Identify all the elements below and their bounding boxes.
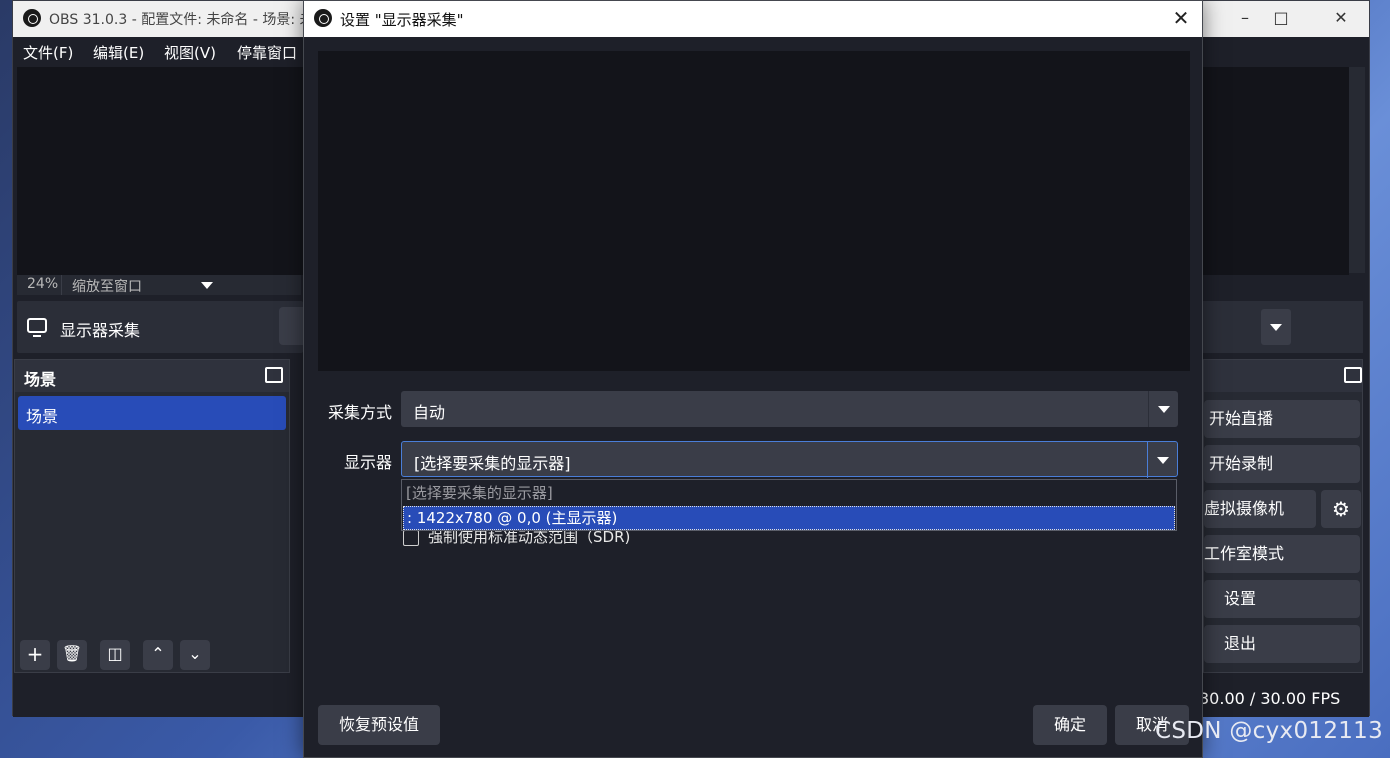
- start-record-button[interactable]: 开始录制: [1204, 445, 1360, 483]
- properties-dialog: 设置 "显示器采集" ✕ 采集方式 自动 显示器 [选择要采集的显示器] 强制使…: [303, 0, 1203, 758]
- capture-method-select[interactable]: 自动: [401, 391, 1178, 427]
- chevron-down-icon: [1148, 391, 1178, 427]
- menu-docks[interactable]: 停靠窗口: [237, 42, 297, 63]
- settings-button[interactable]: 设置: [1204, 580, 1360, 618]
- capture-method-label: 采集方式: [327, 403, 392, 422]
- force-sdr-checkbox[interactable]: [403, 530, 419, 546]
- undock-icon[interactable]: [265, 367, 283, 383]
- start-stream-button[interactable]: 开始直播: [1204, 400, 1360, 438]
- display-dropdown-list: [选择要采集的显示器] : 1422x780 @ 0,0 (主显示器): [401, 479, 1177, 531]
- chevron-down-icon: [1147, 442, 1177, 478]
- studio-mode-button[interactable]: 工作室模式: [1204, 535, 1360, 573]
- preview-scrollbar[interactable]: [1349, 67, 1365, 273]
- dialog-title: 设置 "显示器采集": [340, 11, 464, 29]
- menu-file[interactable]: 文件(F): [23, 42, 73, 63]
- close-icon[interactable]: ✕: [1168, 6, 1194, 32]
- display-label: 显示器: [343, 453, 392, 472]
- close-icon[interactable]: ✕: [1329, 7, 1353, 31]
- chevron-down-icon: [1270, 324, 1282, 331]
- controls-dock-header: [1204, 360, 1362, 392]
- scenes-dock: 场景 场景 + 🗑 ◫ ⌃ ⌄: [14, 359, 290, 673]
- monitor-icon: [27, 318, 47, 333]
- undock-icon[interactable]: [1344, 367, 1362, 383]
- zoom-dropdown-icon[interactable]: [201, 282, 213, 289]
- zoom-bar: 24% 缩放至窗口: [17, 275, 301, 295]
- move-up-button[interactable]: ⌃: [143, 640, 173, 670]
- watermark-text: CSDN @cyx012113: [1155, 718, 1384, 744]
- zoom-percent: 24%: [27, 276, 59, 292]
- controls-dock: 开始直播 开始录制 虚拟摄像机 ⚙ 工作室模式 设置 退出: [1203, 359, 1363, 673]
- source-dropdown[interactable]: [1261, 309, 1291, 345]
- monitor-stand: [33, 335, 41, 337]
- display-option-primary[interactable]: : 1422x780 @ 0,0 (主显示器): [403, 506, 1175, 530]
- scene-item-label: 场景: [26, 407, 59, 426]
- minimize-icon[interactable]: –: [1233, 7, 1257, 31]
- zoom-divider: [61, 275, 62, 295]
- main-window-title: OBS 31.0.3 - 配置文件: 未命名 - 场景: 未: [49, 12, 314, 28]
- obs-logo-icon: [23, 9, 41, 27]
- scenes-dock-title: 场景: [24, 370, 57, 389]
- ok-button[interactable]: 确定: [1033, 705, 1107, 745]
- menu-edit[interactable]: 编辑(E): [93, 42, 144, 63]
- scenes-dock-header: 场景: [15, 360, 289, 392]
- remove-scene-button[interactable]: 🗑: [57, 640, 87, 670]
- display-option-placeholder[interactable]: [选择要采集的显示器]: [403, 481, 1175, 505]
- filters-button[interactable]: ◫: [100, 640, 130, 670]
- fps-readout: 30.00 / 30.00 FPS: [1199, 689, 1341, 708]
- source-preview: [318, 51, 1190, 371]
- restore-defaults-button[interactable]: 恢复预设值: [318, 705, 440, 745]
- virtual-camera-button[interactable]: 虚拟摄像机: [1204, 490, 1316, 528]
- current-source-name: 显示器采集: [60, 321, 141, 340]
- menu-view[interactable]: 视图(V): [164, 42, 216, 63]
- zoom-mode-select[interactable]: 缩放至窗口: [72, 276, 142, 296]
- source-toolbar-right: [1203, 301, 1363, 353]
- dialog-titlebar: 设置 "显示器采集" ✕: [304, 1, 1202, 37]
- scene-list-item[interactable]: 场景: [18, 396, 286, 430]
- gear-icon[interactable]: ⚙: [1321, 490, 1361, 528]
- display-select[interactable]: [选择要采集的显示器]: [401, 441, 1178, 478]
- capture-method-value: 自动: [413, 403, 446, 422]
- virtual-camera-label: 虚拟摄像机: [1204, 499, 1285, 518]
- maximize-icon[interactable]: □: [1269, 7, 1293, 31]
- move-down-button[interactable]: ⌄: [180, 640, 210, 670]
- exit-button[interactable]: 退出: [1204, 625, 1360, 663]
- display-value: [选择要采集的显示器]: [414, 454, 571, 473]
- add-scene-button[interactable]: +: [20, 640, 50, 670]
- source-toolbar: 显示器采集: [17, 301, 309, 353]
- obs-logo-icon: [314, 9, 332, 27]
